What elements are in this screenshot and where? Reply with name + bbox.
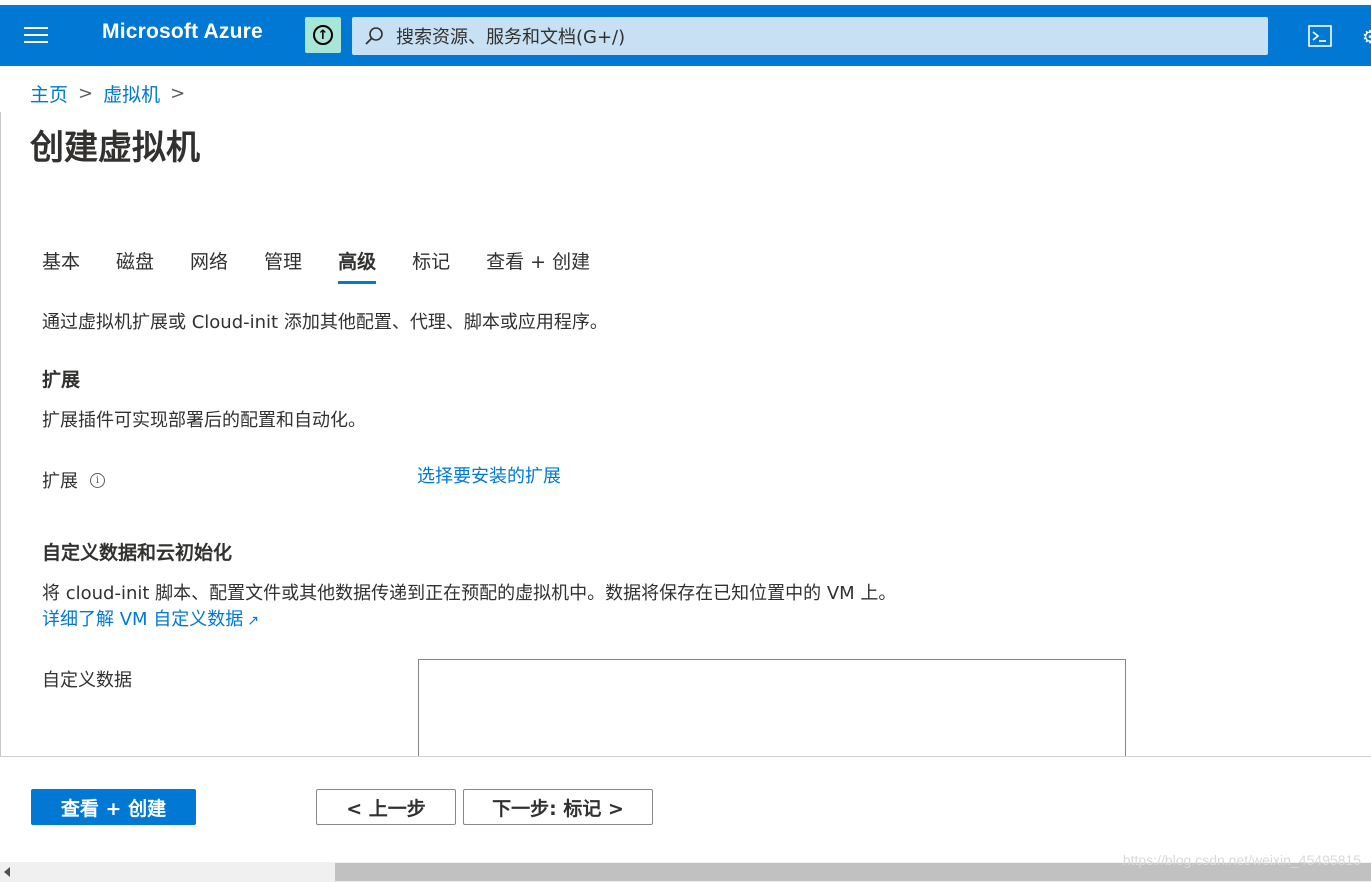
intro-text: 通过虚拟机扩展或 Cloud-init 添加其他配置、代理、脚本或应用程序。 [42, 312, 608, 333]
upgrade-button[interactable]: ↑ [305, 17, 341, 53]
blade-left-border [0, 112, 1, 757]
search-placeholder: 搜索资源、服务和文档(G+/) [396, 27, 626, 48]
custom-data-description: 将 cloud-init 脚本、配置文件或其他数据传递到正在预配的虚拟机中。数据… [42, 583, 897, 604]
footer-bar: 查看 + 创建 < 上一步 下一步: 标记 > [0, 756, 1371, 863]
next-tags-button[interactable]: 下一步: 标记 > [463, 789, 653, 825]
custom-data-section-title: 自定义数据和云初始化 [42, 542, 233, 564]
breadcrumb-virtual-machines[interactable]: 虚拟机 [103, 80, 160, 107]
external-link-icon: ↗ [247, 613, 260, 629]
custom-data-textarea[interactable] [418, 659, 1126, 769]
tab-management[interactable]: 管理 [264, 247, 302, 284]
info-icon[interactable]: i [90, 472, 105, 488]
chevron-right-icon: > [78, 83, 94, 104]
top-bar: Microsoft Azure ↑ 搜索资源、服务和文档(G+/) ⚙ [0, 0, 1371, 66]
hamburger-menu-icon[interactable] [24, 27, 48, 45]
extensions-description: 扩展插件可实现部署后的配置和自动化。 [42, 410, 366, 431]
tab-bar: 基本 磁盘 网络 管理 高级 标记 查看 + 创建 [42, 247, 626, 284]
extensions-field-label: 扩展 [42, 471, 78, 492]
tab-disks[interactable]: 磁盘 [116, 247, 154, 284]
scroll-left-arrow-icon[interactable] [4, 867, 10, 877]
upgrade-arrow-icon: ↑ [313, 25, 333, 45]
review-create-button[interactable]: 查看 + 创建 [31, 789, 196, 825]
chevron-right-icon: > [170, 83, 186, 104]
breadcrumb-home[interactable]: 主页 [30, 80, 68, 107]
cloud-shell-icon[interactable] [1308, 25, 1332, 47]
search-icon [365, 27, 383, 45]
breadcrumb: 主页 > 虚拟机 > [30, 80, 195, 107]
settings-icon[interactable]: ⚙ [1362, 27, 1371, 47]
extensions-section-title: 扩展 [42, 369, 81, 391]
page-title: 创建虚拟机 [30, 128, 200, 168]
learn-more-custom-data-link[interactable]: 详细了解 VM 自定义数据 ↗ [42, 605, 259, 631]
tab-networking[interactable]: 网络 [190, 247, 228, 284]
select-extensions-link[interactable]: 选择要安装的扩展 [417, 462, 561, 488]
search-input[interactable]: 搜索资源、服务和文档(G+/) [352, 17, 1268, 55]
watermark: https://blog.csdn.net/weixin_45495815 [1122, 852, 1361, 868]
tab-advanced[interactable]: 高级 [338, 247, 377, 284]
previous-button[interactable]: < 上一步 [316, 789, 456, 825]
tab-tags[interactable]: 标记 [412, 247, 450, 284]
extensions-field: 扩展 i [42, 467, 105, 493]
tab-basics[interactable]: 基本 [42, 247, 80, 284]
brand-title[interactable]: Microsoft Azure [102, 20, 263, 44]
tab-review-create[interactable]: 查看 + 创建 [486, 247, 590, 284]
custom-data-field-label: 自定义数据 [42, 670, 132, 691]
learn-more-label: 详细了解 VM 自定义数据 [42, 609, 244, 630]
